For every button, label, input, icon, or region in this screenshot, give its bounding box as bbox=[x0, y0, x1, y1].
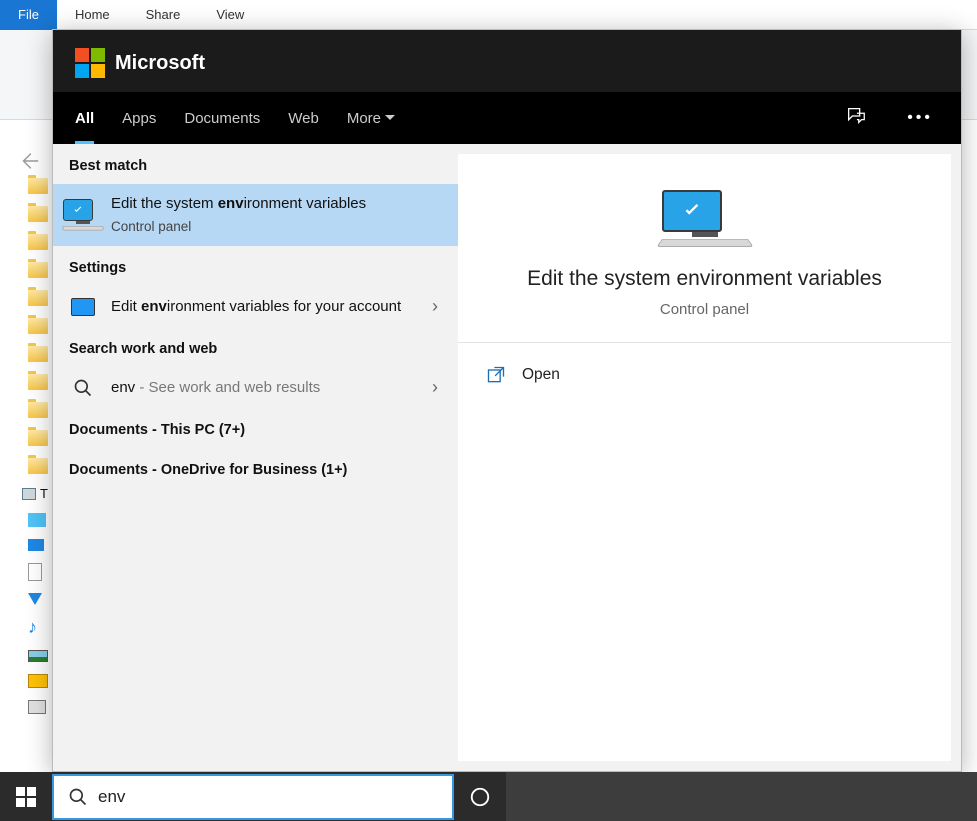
ribbon-tab-file[interactable]: File bbox=[0, 0, 57, 30]
chevron-right-icon[interactable]: › bbox=[428, 296, 442, 317]
result-edit-system-env[interactable]: Edit the system environment variables Co… bbox=[53, 184, 458, 246]
result-edit-account-env[interactable]: Edit environment variables for your acco… bbox=[53, 286, 458, 327]
result-title: Edit environment variables for your acco… bbox=[111, 297, 414, 317]
open-icon bbox=[486, 365, 506, 385]
open-action[interactable]: Open bbox=[458, 343, 951, 407]
preview-title: Edit the system environment variables bbox=[478, 267, 931, 291]
folder-icon[interactable] bbox=[28, 402, 48, 418]
explorer-ribbon: File Home Share View bbox=[0, 0, 977, 30]
open-label: Open bbox=[522, 366, 560, 384]
document-icon[interactable] bbox=[28, 563, 42, 581]
ribbon-tab-view[interactable]: View bbox=[198, 0, 262, 30]
taskbar bbox=[0, 772, 977, 821]
drive-icon[interactable] bbox=[28, 700, 46, 714]
result-subtitle: Control panel bbox=[111, 218, 442, 236]
brand-name: Microsoft bbox=[115, 52, 205, 75]
section-best-match: Best match bbox=[53, 144, 458, 184]
monitor-check-icon bbox=[69, 199, 97, 232]
pictures-icon[interactable] bbox=[28, 650, 48, 662]
tab-more[interactable]: More bbox=[347, 92, 395, 144]
monitor-icon bbox=[69, 298, 97, 316]
search-scope-tabs: All Apps Documents Web More ••• bbox=[53, 92, 961, 144]
microsoft-logo-icon bbox=[75, 48, 105, 78]
more-options-icon[interactable]: ••• bbox=[901, 109, 939, 127]
back-arrow-icon[interactable] bbox=[18, 150, 40, 177]
tab-all[interactable]: All bbox=[75, 92, 94, 144]
videos-icon[interactable] bbox=[28, 674, 48, 688]
cortana-button[interactable] bbox=[454, 772, 506, 821]
folder-icon[interactable] bbox=[28, 374, 48, 390]
search-icon bbox=[69, 378, 97, 398]
search-icon bbox=[68, 787, 88, 807]
flyout-header: Microsoft All Apps Documents Web More ••… bbox=[53, 30, 961, 144]
result-title: Edit the system environment variables bbox=[111, 194, 442, 214]
section-settings: Settings bbox=[53, 246, 458, 286]
result-title: env - See work and web results bbox=[111, 378, 414, 398]
tab-web[interactable]: Web bbox=[288, 92, 319, 144]
search-input[interactable] bbox=[98, 787, 438, 807]
search-flyout: Microsoft All Apps Documents Web More ••… bbox=[52, 29, 962, 772]
tab-documents[interactable]: Documents bbox=[184, 92, 260, 144]
folder-icon[interactable] bbox=[28, 178, 48, 194]
section-search-work-web: Search work and web bbox=[53, 327, 458, 367]
result-preview: Edit the system environment variables Co… bbox=[458, 154, 951, 761]
folder-icon[interactable] bbox=[28, 234, 48, 250]
downloads-icon[interactable] bbox=[28, 593, 42, 605]
folder-icon[interactable] bbox=[28, 290, 48, 306]
preview-subtitle: Control panel bbox=[478, 301, 931, 318]
folder-icon[interactable] bbox=[28, 458, 48, 474]
section-documents-onedrive[interactable]: Documents - OneDrive for Business (1+) bbox=[53, 448, 458, 488]
tab-apps[interactable]: Apps bbox=[122, 92, 156, 144]
section-documents-pc[interactable]: Documents - This PC (7+) bbox=[53, 408, 458, 448]
monitor-check-icon bbox=[662, 190, 748, 249]
result-web-search[interactable]: env - See work and web results › bbox=[53, 367, 458, 408]
start-button[interactable] bbox=[0, 772, 52, 821]
microsoft-brand: Microsoft bbox=[53, 30, 961, 92]
cortana-icon bbox=[469, 786, 491, 808]
folder-icon[interactable] bbox=[28, 346, 48, 362]
desktop-icon[interactable] bbox=[28, 539, 44, 551]
feedback-icon[interactable] bbox=[839, 105, 873, 132]
chevron-right-icon[interactable]: › bbox=[428, 377, 442, 398]
folder-icon[interactable] bbox=[28, 430, 48, 446]
box-icon[interactable] bbox=[28, 513, 46, 527]
ribbon-tab-share[interactable]: Share bbox=[128, 0, 199, 30]
results-list: Best match Edit the system environment v… bbox=[53, 144, 458, 771]
chevron-down-icon bbox=[385, 113, 395, 123]
folder-icon[interactable] bbox=[28, 262, 48, 278]
folder-icon[interactable] bbox=[28, 318, 48, 334]
windows-logo-icon bbox=[16, 787, 36, 807]
taskbar-rest bbox=[506, 772, 977, 821]
folder-icon[interactable] bbox=[28, 206, 48, 222]
taskbar-search[interactable] bbox=[52, 774, 454, 820]
ribbon-tab-home[interactable]: Home bbox=[57, 0, 128, 30]
